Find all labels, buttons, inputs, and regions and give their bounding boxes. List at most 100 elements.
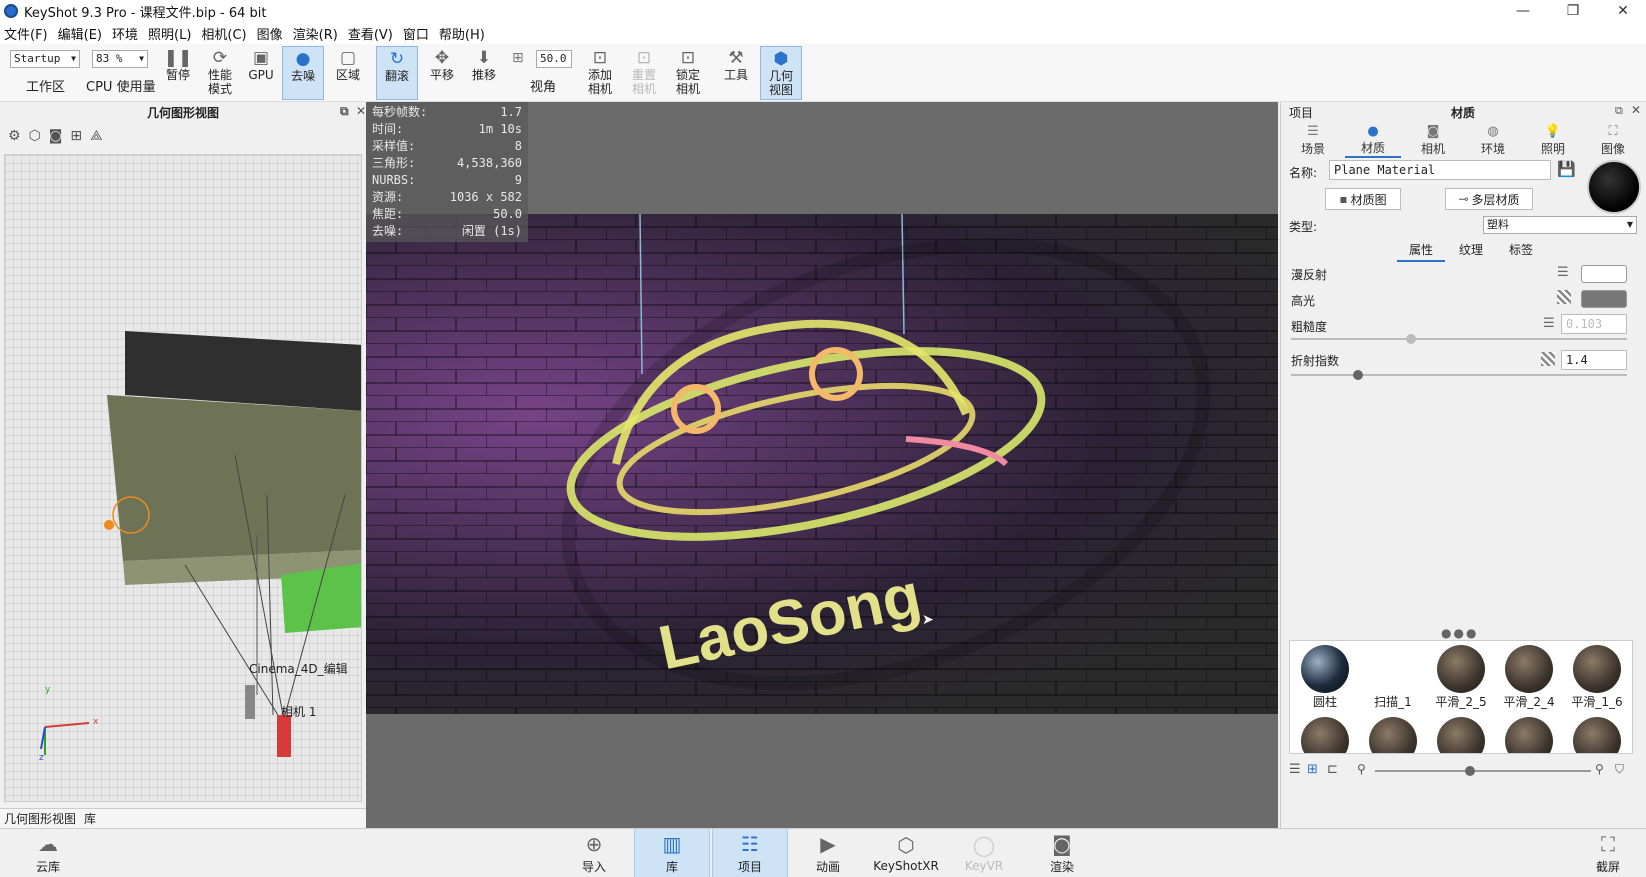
- lock-camera-button[interactable]: ⊡ 锁定 相机: [668, 46, 708, 100]
- zoom-out-icon[interactable]: ⚲: [1357, 762, 1366, 776]
- save-icon[interactable]: 💾: [1557, 160, 1576, 178]
- tools-button[interactable]: ⚒ 工具: [716, 46, 756, 100]
- menu-help[interactable]: 帮助(H): [439, 24, 485, 43]
- material-item-cylinder[interactable]: 圆柱: [1292, 645, 1358, 710]
- close-panel-icon[interactable]: ✕: [1631, 103, 1641, 117]
- more-icon[interactable]: ●●●: [1441, 626, 1478, 640]
- close-panel-icon[interactable]: ✕: [356, 104, 366, 118]
- float-panel-icon[interactable]: ⧉: [340, 104, 349, 119]
- material-graph-button[interactable]: ▪ 材质图: [1325, 188, 1401, 210]
- thumbnail-size-slider[interactable]: [1375, 770, 1591, 772]
- pause-button[interactable]: ❚❚ 暂停: [160, 46, 196, 100]
- geometry-view-button[interactable]: ⬢ 几何 视图: [760, 46, 802, 100]
- subtab-texture[interactable]: 纹理: [1447, 240, 1495, 262]
- project-button[interactable]: ☷ 项目: [712, 829, 788, 877]
- gpu-button[interactable]: ▣ GPU: [244, 46, 278, 100]
- render-button[interactable]: ◙ 渲染: [1024, 829, 1100, 877]
- reset-camera-button[interactable]: ⊡ 重置 相机: [624, 46, 664, 100]
- grid-view-icon[interactable]: ⊞: [1307, 762, 1318, 777]
- menu-lighting[interactable]: 照明(L): [148, 24, 191, 43]
- cloud-library-button[interactable]: ☁ 云库: [10, 829, 86, 877]
- animation-button[interactable]: ▶ 动画: [790, 829, 866, 877]
- ior-texture-icon[interactable]: [1541, 352, 1555, 366]
- denoise-button[interactable]: ● 去噪: [282, 46, 324, 100]
- menu-window[interactable]: 窗口: [403, 24, 429, 43]
- geometry-viewport[interactable]: Cinema_4D_编辑 相机 1 y x z: [4, 154, 362, 802]
- list-item[interactable]: [1360, 717, 1426, 753]
- tab-library[interactable]: 库: [80, 810, 100, 827]
- menu-environment[interactable]: 环境: [112, 24, 138, 43]
- grid-icon[interactable]: ⊞: [70, 128, 82, 144]
- filter-icon[interactable]: ⛉: [1615, 762, 1624, 777]
- pan-button[interactable]: ✥ 平移: [422, 46, 462, 100]
- minimize-button[interactable]: —: [1500, 0, 1546, 22]
- import-button[interactable]: ⊕ 导入: [556, 829, 632, 877]
- roughness-slider-handle[interactable]: [1405, 334, 1416, 344]
- tab-geometry-view[interactable]: 几何图形视图: [0, 810, 80, 827]
- tab-image[interactable]: ⛶ 图像: [1585, 124, 1641, 158]
- add-camera-button[interactable]: ⊡ 添加 相机: [580, 46, 620, 100]
- library-button[interactable]: ▥ 库: [634, 829, 710, 877]
- specular-texture-icon[interactable]: [1557, 290, 1571, 304]
- menu-view[interactable]: 查看(V): [348, 24, 393, 43]
- tab-scene[interactable]: ☰ 场景: [1285, 124, 1341, 158]
- import-icon: ⊕: [585, 831, 603, 856]
- dolly-button[interactable]: ⬇ 推移: [464, 46, 504, 100]
- tumble-button[interactable]: ↻ 翻滚: [376, 46, 418, 100]
- ior-slider[interactable]: [1291, 374, 1627, 376]
- specular-color-swatch[interactable]: [1581, 290, 1627, 308]
- menu-render[interactable]: 渲染(R): [293, 24, 338, 43]
- axis-icon[interactable]: ⟁: [90, 128, 103, 144]
- list-item[interactable]: [1292, 717, 1358, 753]
- thumbnail-size-handle[interactable]: [1465, 766, 1475, 776]
- material-item-scan1[interactable]: 扫描_1: [1360, 645, 1426, 710]
- roughness-adjust-icon[interactable]: ☰: [1543, 316, 1555, 331]
- material-item-smooth25[interactable]: 平滑_2_5: [1428, 645, 1494, 710]
- menu-file[interactable]: 文件(F): [4, 24, 48, 43]
- render-viewport[interactable]: LaoSong 每秒帧数: 1.7 时间: 1m 10s 采样值: 8 三角形: 4,5…: [366, 102, 1278, 828]
- roughness-slider[interactable]: [1291, 338, 1627, 340]
- menu-image[interactable]: 图像: [257, 24, 283, 43]
- diffuse-color-swatch[interactable]: [1581, 265, 1627, 283]
- list-item[interactable]: [1428, 717, 1494, 753]
- list-view-icon[interactable]: ☰: [1289, 762, 1301, 777]
- performance-mode-button[interactable]: ⟳ 性能 模式: [200, 46, 240, 100]
- tab-camera[interactable]: ◙ 相机: [1405, 124, 1461, 158]
- list-item[interactable]: [1496, 717, 1562, 753]
- float-panel-icon[interactable]: ⧉: [1615, 104, 1623, 118]
- subtab-properties[interactable]: 属性: [1397, 240, 1445, 262]
- ior-input[interactable]: 1.4: [1561, 350, 1627, 370]
- region-button[interactable]: ▢ 区域: [328, 46, 368, 100]
- screenshot-button[interactable]: ⛶ 截屏: [1570, 829, 1646, 877]
- material-name-input[interactable]: Plane Material: [1329, 160, 1551, 180]
- keyshotxr-button[interactable]: ⬡ KeyShotXR: [868, 829, 944, 877]
- tab-material[interactable]: ● 材质: [1345, 124, 1401, 158]
- ior-slider-handle[interactable]: [1353, 370, 1363, 380]
- cpu-usage-select[interactable]: 83 % ▼: [92, 50, 148, 68]
- keyvr-button[interactable]: ◯ KeyVR: [946, 829, 1022, 877]
- multi-material-button[interactable]: ⊸ 多层材质: [1445, 188, 1533, 210]
- material-item-smooth16[interactable]: 平滑_1_6: [1564, 645, 1630, 710]
- maximize-button[interactable]: ❐: [1550, 0, 1596, 22]
- close-button[interactable]: ✕: [1600, 0, 1646, 22]
- menu-camera[interactable]: 相机(C): [201, 24, 246, 43]
- tab-lighting[interactable]: 💡 照明: [1525, 124, 1581, 158]
- subtab-labels[interactable]: 标签: [1497, 240, 1545, 262]
- cube-icon[interactable]: ⬡: [29, 128, 41, 144]
- fov-input[interactable]: 50.0: [536, 50, 572, 68]
- diffuse-adjust-icon[interactable]: ☰: [1557, 265, 1569, 280]
- list-item[interactable]: [1564, 717, 1630, 753]
- workspace-select[interactable]: Startup ▼: [10, 50, 80, 68]
- menu-edit[interactable]: 编辑(E): [58, 24, 102, 43]
- material-item-smooth24[interactable]: 平滑_2_4: [1496, 645, 1562, 710]
- gpu-label: GPU: [248, 68, 274, 82]
- zoom-in-icon[interactable]: ⚲: [1595, 762, 1604, 776]
- material-item-label: 扫描_1: [1374, 695, 1412, 709]
- tab-environment[interactable]: ◍ 环境: [1465, 124, 1521, 158]
- roughness-input[interactable]: 0.103: [1561, 314, 1627, 334]
- tree-view-icon[interactable]: ⊏: [1327, 762, 1338, 777]
- camera-icon[interactable]: ◙: [49, 128, 63, 144]
- project-header-label: 项目: [1289, 106, 1314, 120]
- material-type-select[interactable]: 塑料 ▼: [1483, 216, 1637, 234]
- settings-icon[interactable]: ⚙: [8, 128, 21, 144]
